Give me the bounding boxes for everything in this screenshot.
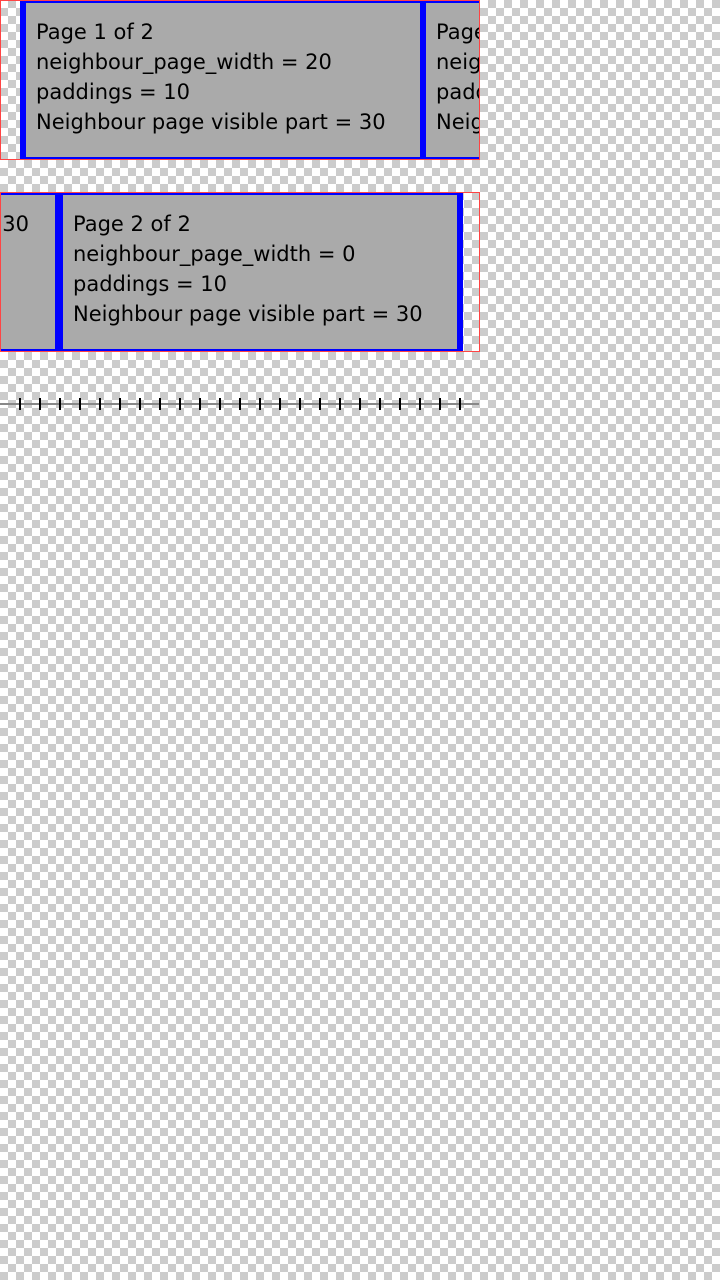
page-paddings: paddings = 10 xyxy=(73,272,227,296)
carousel-2[interactable]: 30 Page 2 of 2 neighbour_page_width = 0 … xyxy=(0,192,480,352)
page-title: Page 2 of 2 xyxy=(73,212,191,236)
page-neighbour-width: neig xyxy=(436,50,480,74)
page-title: Page 1 of 2 xyxy=(36,20,154,44)
carousel-1[interactable]: Page 1 of 2 neighbour_page_width = 20 pa… xyxy=(0,0,480,160)
page-2-neighbour[interactable]: Page neig padd Neig xyxy=(420,1,480,159)
page-visible-part: 30 xyxy=(2,212,29,236)
page-1-neighbour-text: 30 xyxy=(2,209,29,239)
tick-ruler xyxy=(0,398,479,410)
page-visible-part: Neig xyxy=(436,110,480,134)
page-2-text: Page 2 of 2 neighbour_page_width = 0 pad… xyxy=(73,209,423,329)
page-title: Page xyxy=(436,20,479,44)
page-1-neighbour[interactable]: 30 xyxy=(1,193,61,351)
page-visible-part: Neighbour page visible part = 30 xyxy=(73,302,423,326)
page-1-current[interactable]: Page 1 of 2 neighbour_page_width = 20 pa… xyxy=(20,1,426,159)
page-paddings: padd xyxy=(436,80,479,104)
page-neighbour-width: neighbour_page_width = 0 xyxy=(73,242,356,266)
page-2-neighbour-text: Page neig padd Neig xyxy=(436,17,480,137)
page-visible-part: Neighbour page visible part = 30 xyxy=(36,110,386,134)
page-2-current[interactable]: Page 2 of 2 neighbour_page_width = 0 pad… xyxy=(57,193,463,351)
page-paddings: paddings = 10 xyxy=(36,80,190,104)
page-neighbour-width: neighbour_page_width = 20 xyxy=(36,50,332,74)
page-1-text: Page 1 of 2 neighbour_page_width = 20 pa… xyxy=(36,17,386,137)
